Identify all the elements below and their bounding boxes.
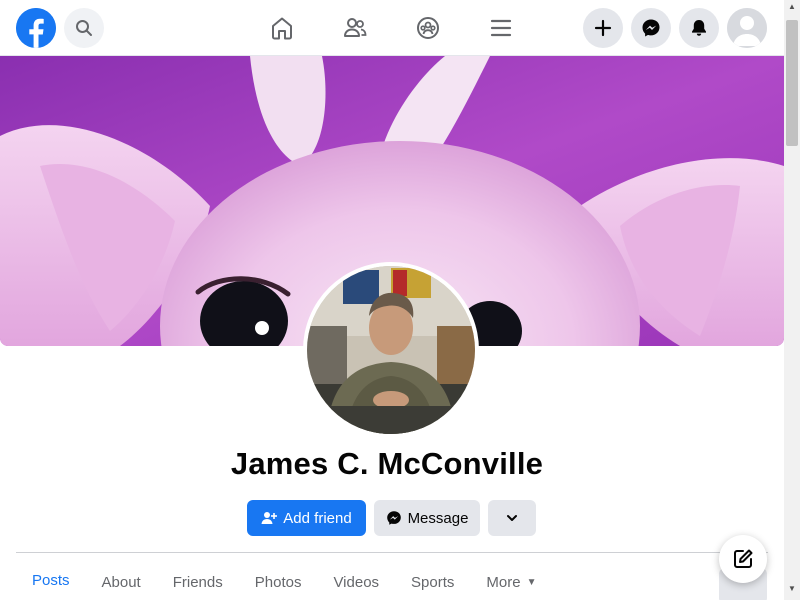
notifications-button[interactable]: [679, 8, 719, 48]
facebook-logo-icon[interactable]: [16, 8, 56, 48]
profile-tabs: Posts About Friends Photos Videos Sports…: [16, 560, 553, 600]
groups-icon: [417, 17, 439, 39]
tab-friends-label: Friends: [172, 573, 223, 591]
message-button[interactable]: Message: [374, 500, 480, 536]
groups-tab[interactable]: [412, 12, 444, 44]
scrollbar-thumb[interactable]: [786, 20, 798, 146]
friends-tab[interactable]: [339, 12, 371, 44]
bell-icon: [692, 20, 706, 36]
scroll-up-arrow-icon[interactable]: ▲: [786, 2, 798, 16]
tab-more-label: More: [486, 573, 521, 591]
add-friend-button[interactable]: Add friend: [247, 500, 366, 536]
more-actions-button[interactable]: [488, 500, 536, 536]
default-avatar-icon: [727, 8, 767, 48]
messenger-icon: [386, 511, 401, 525]
home-tab[interactable]: [266, 12, 298, 44]
profile-page: James C. McConville Add friend Message P…: [0, 0, 800, 600]
tab-photos[interactable]: Photos: [239, 560, 318, 600]
account-avatar[interactable]: [727, 8, 767, 48]
tab-more[interactable]: More ▼: [470, 560, 552, 600]
menu-icon: [490, 19, 512, 37]
menu-tab[interactable]: [485, 12, 517, 44]
tab-videos-label: Videos: [333, 573, 380, 591]
search-button[interactable]: [64, 8, 104, 48]
profile-name: James C. McConville: [230, 446, 544, 481]
tab-friends[interactable]: Friends: [157, 560, 239, 600]
profile-divider: [16, 552, 768, 553]
edit-icon: [734, 549, 753, 568]
tab-photos-label: Photos: [254, 573, 302, 591]
message-label: Message: [407, 509, 469, 527]
new-message-button[interactable]: [719, 535, 767, 583]
home-icon: [272, 17, 292, 40]
friends-icon: [344, 18, 367, 37]
plus-icon: [594, 19, 612, 37]
messenger-icon: [642, 19, 660, 37]
search-icon: [76, 20, 92, 36]
tab-videos[interactable]: Videos: [317, 560, 395, 600]
tab-posts[interactable]: Posts: [16, 560, 86, 600]
profile-photo-image: [307, 266, 475, 434]
profile-picture[interactable]: [303, 262, 479, 438]
add-friend-icon: [261, 512, 278, 524]
tab-sports[interactable]: Sports: [395, 560, 470, 600]
scroll-down-arrow-icon[interactable]: ▼: [786, 584, 798, 598]
messenger-button[interactable]: [631, 8, 671, 48]
tab-about-label: About: [101, 573, 141, 591]
chevron-down-icon: [507, 515, 517, 521]
tab-sports-label: Sports: [411, 573, 455, 591]
tab-about[interactable]: About: [86, 560, 157, 600]
add-friend-label: Add friend: [283, 509, 352, 527]
caret-down-icon: ▼: [526, 576, 537, 588]
top-navigation-bar: [0, 0, 784, 56]
tab-posts-label: Posts: [32, 572, 70, 589]
create-button[interactable]: [583, 8, 623, 48]
